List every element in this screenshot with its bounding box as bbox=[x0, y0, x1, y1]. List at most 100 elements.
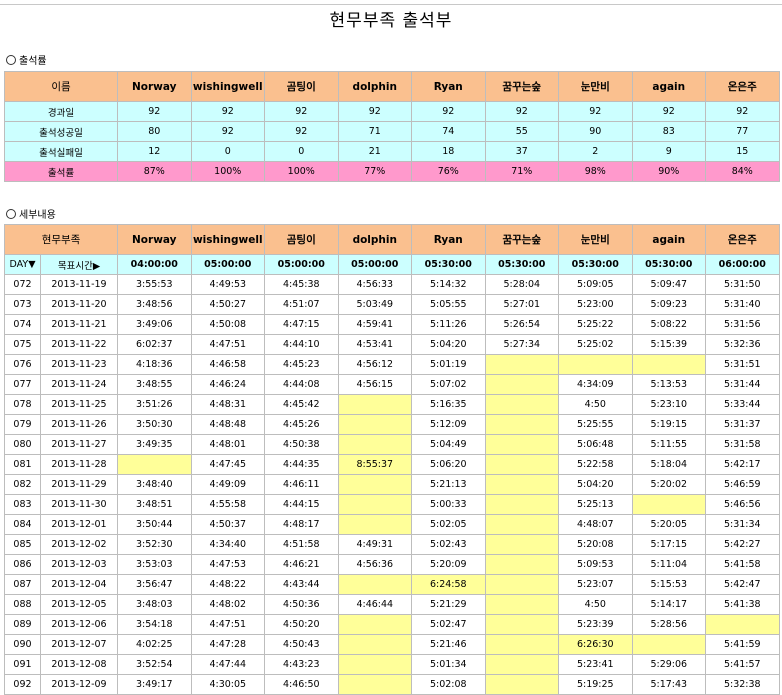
check-in-time-cell: 4:50:27 bbox=[190, 294, 266, 315]
summary-value-cell: 92 bbox=[264, 121, 339, 142]
check-in-time-cell: 4:48:48 bbox=[190, 414, 266, 435]
check-in-time-cell: 4:45:26 bbox=[264, 414, 339, 435]
missed-cell bbox=[337, 494, 413, 515]
check-in-time-cell: 5:18:04 bbox=[631, 454, 707, 475]
attendance-rate-cell: 87% bbox=[117, 161, 192, 182]
check-in-time-cell: 3:53:03 bbox=[117, 554, 192, 575]
member-name-header: 곰팅이 bbox=[264, 224, 339, 255]
check-in-time-cell: 5:41:58 bbox=[705, 554, 780, 575]
check-in-time-cell: 5:42:17 bbox=[705, 454, 780, 475]
summary-value-cell: 92 bbox=[337, 101, 412, 122]
day-row: 090 2013-12-07 4:02:25 4:47:28 4:50:43 5:21:4… bbox=[4, 634, 780, 655]
check-in-time-cell: 5:41:57 bbox=[705, 654, 780, 675]
check-in-time-cell: 5:07:02 bbox=[411, 374, 486, 395]
check-in-time-cell: 5:17:15 bbox=[631, 534, 707, 555]
check-in-time-cell: 4:50:43 bbox=[264, 634, 339, 655]
check-in-time-cell: 4:45:42 bbox=[264, 394, 339, 415]
member-name-header: again bbox=[631, 71, 706, 102]
check-in-time-cell: 5:28:56 bbox=[631, 614, 707, 635]
summary-value-cell: 92 bbox=[190, 121, 265, 142]
check-in-time-cell: 5:25:55 bbox=[558, 414, 633, 435]
missed-cell bbox=[337, 614, 413, 635]
check-in-time-cell: 4:02:25 bbox=[117, 634, 192, 655]
missed-cell bbox=[337, 674, 413, 695]
check-in-time-cell: 4:56:36 bbox=[337, 554, 413, 575]
missed-cell bbox=[484, 414, 560, 435]
date-cell: 2013-11-23 bbox=[39, 354, 119, 375]
check-in-time-cell: 5:29:06 bbox=[631, 654, 707, 675]
check-in-time-cell: 5:02:43 bbox=[411, 534, 486, 555]
summary-value-cell: 9 bbox=[631, 141, 706, 162]
attendance-rate-cell: 77% bbox=[337, 161, 412, 182]
date-cell: 2013-11-28 bbox=[39, 454, 119, 475]
check-in-time-cell: 5:31:56 bbox=[705, 314, 780, 335]
summary-value-cell: 80 bbox=[117, 121, 192, 142]
date-cell: 2013-12-02 bbox=[39, 534, 119, 555]
day-row: 088 2013-12-05 3:48:03 4:48:02 4:50:36 4:46:4… bbox=[4, 594, 780, 615]
check-in-time-cell: 5:31:58 bbox=[705, 434, 780, 455]
check-in-time-cell: 5:20:02 bbox=[631, 474, 707, 495]
target-time-cell: 05:30:00 bbox=[484, 254, 560, 275]
check-in-time-cell: 5:31:44 bbox=[705, 374, 780, 395]
check-in-time-cell: 4:43:44 bbox=[264, 574, 339, 595]
day-row: 074 2013-11-21 3:49:06 4:50:08 4:47:15 4:59:4… bbox=[4, 314, 780, 335]
check-in-time-cell: 4:59:41 bbox=[337, 314, 413, 335]
check-in-time-cell: 3:52:30 bbox=[117, 534, 192, 555]
check-in-time-cell: 5:02:08 bbox=[411, 674, 486, 695]
day-number-cell: 074 bbox=[4, 314, 41, 335]
missed-cell bbox=[484, 434, 560, 455]
summary-header-label: 이름 bbox=[4, 71, 118, 102]
missed-cell bbox=[484, 554, 560, 575]
missed-cell bbox=[484, 674, 560, 695]
day-number-cell: 077 bbox=[4, 374, 41, 395]
day-number-cell: 082 bbox=[4, 474, 41, 495]
check-in-time-cell: 4:47:28 bbox=[190, 634, 266, 655]
check-in-time-cell: 3:49:06 bbox=[117, 314, 192, 335]
check-in-time-cell: 5:05:55 bbox=[411, 294, 486, 315]
day-number-cell: 078 bbox=[4, 394, 41, 415]
top-gridline bbox=[0, 0, 782, 5]
check-in-time-cell: 4:49:53 bbox=[190, 274, 266, 295]
day-number-cell: 081 bbox=[4, 454, 41, 475]
check-in-time-cell: 3:48:55 bbox=[117, 374, 192, 395]
day-number-cell: 092 bbox=[4, 674, 41, 695]
summary-value-cell: 90 bbox=[558, 121, 633, 142]
check-in-time-cell: 5:22:58 bbox=[558, 454, 633, 475]
summary-value-cell: 18 bbox=[411, 141, 486, 162]
check-in-time-cell: 4:47:15 bbox=[264, 314, 339, 335]
day-row: 092 2013-12-09 3:49:17 4:30:05 4:46:50 5:02:0… bbox=[4, 674, 780, 695]
check-in-time-cell: 4:30:05 bbox=[190, 674, 266, 695]
check-in-time-cell: 4:48:31 bbox=[190, 394, 266, 415]
check-in-time-cell: 5:11:26 bbox=[411, 314, 486, 335]
check-in-time-cell: 5:42:47 bbox=[705, 574, 780, 595]
check-in-time-cell: 5:27:34 bbox=[484, 334, 560, 355]
check-in-time-cell: 5:11:55 bbox=[631, 434, 707, 455]
missed-cell bbox=[484, 454, 560, 475]
missed-cell bbox=[337, 514, 413, 535]
check-in-time-cell: 5:09:23 bbox=[631, 294, 707, 315]
date-cell: 2013-12-01 bbox=[39, 514, 119, 535]
summary-row: 경과일 92 92 92 92 92 92 92 92 92 bbox=[4, 101, 780, 122]
check-in-time-cell: 5:11:04 bbox=[631, 554, 707, 575]
day-row: 080 2013-11-27 3:49:35 4:48:01 4:50:38 5:04:4… bbox=[4, 434, 780, 455]
missed-cell bbox=[484, 354, 560, 375]
summary-value-cell: 92 bbox=[558, 101, 633, 122]
summary-value-cell: 92 bbox=[117, 101, 192, 122]
check-in-time-cell: 4:48:07 bbox=[558, 514, 633, 535]
missed-cell bbox=[337, 474, 413, 495]
day-number-cell: 086 bbox=[4, 554, 41, 575]
check-in-time-cell: 5:41:38 bbox=[705, 594, 780, 615]
missed-cell bbox=[337, 414, 413, 435]
day-row: 087 2013-12-04 3:56:47 4:48:22 4:43:44 6:24:5… bbox=[4, 574, 780, 595]
missed-cell bbox=[484, 474, 560, 495]
missed-cell bbox=[337, 574, 413, 595]
check-in-time-cell: 5:32:38 bbox=[705, 674, 780, 695]
summary-value-cell: 74 bbox=[411, 121, 486, 142]
day-row: 083 2013-11-30 3:48:51 4:55:58 4:44:15 5:00:3… bbox=[4, 494, 780, 515]
check-in-time-cell: 4:46:58 bbox=[190, 354, 266, 375]
check-in-time-cell: 4:49:31 bbox=[337, 534, 413, 555]
check-in-time-cell: 4:47:45 bbox=[190, 454, 266, 475]
target-time-label: 목표시간▶ bbox=[39, 254, 119, 275]
check-in-time-cell: 5:31:37 bbox=[705, 414, 780, 435]
target-time-cell: 05:00:00 bbox=[190, 254, 266, 275]
